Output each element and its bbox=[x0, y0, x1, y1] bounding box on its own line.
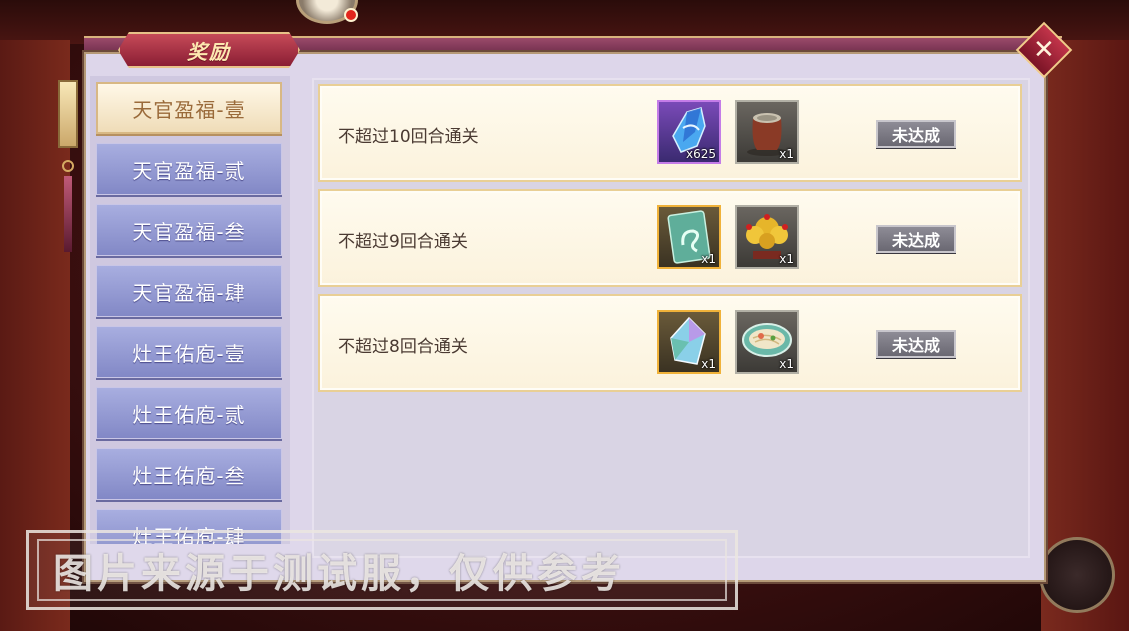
reward-slot[interactable]: x1 bbox=[735, 310, 799, 374]
tab-label: 灶王佑庖-贰 bbox=[132, 402, 246, 427]
watermark-text: 图片来源于测试服，仅供参考 bbox=[37, 539, 727, 601]
tab-stage-2[interactable]: 天官盈福-贰 bbox=[96, 143, 282, 195]
reward-quantity: x1 bbox=[779, 357, 794, 371]
reward-slot[interactable]: x1 bbox=[735, 205, 799, 269]
reward-quantity: x1 bbox=[779, 252, 794, 266]
task-row: 不超过10回合通关 x625 x1 未达成 bbox=[318, 84, 1022, 182]
tab-stage-5[interactable]: 灶王佑庖-壹 bbox=[96, 326, 282, 378]
task-description: 不超过10回合通关 bbox=[338, 127, 479, 147]
tab-stage-1[interactable]: 天官盈福-壹 bbox=[96, 82, 282, 134]
task-row: 不超过8回合通关 x1 x1 未达成 bbox=[318, 294, 1022, 392]
task-row: 不超过9回合通关 x1 x1 未达成 bbox=[318, 189, 1022, 287]
notification-dot-icon bbox=[344, 8, 358, 22]
corner-skill-orb-icon[interactable] bbox=[1039, 537, 1115, 613]
reward-quantity: x625 bbox=[685, 147, 716, 161]
reward-slot[interactable]: x1 bbox=[657, 310, 721, 374]
task-description: 不超过8回合通关 bbox=[338, 337, 468, 357]
tab-label: 天官盈福-叁 bbox=[132, 219, 246, 244]
status-label: 未达成 bbox=[891, 231, 940, 250]
tab-stage-7[interactable]: 灶王佑庖-叁 bbox=[96, 448, 282, 500]
task-description: 不超过9回合通关 bbox=[338, 232, 468, 252]
stage-tab-list[interactable]: 天官盈福-壹 天官盈福-贰 天官盈福-叁 天官盈福-肆 灶王佑庖-壹 灶王佑庖-… bbox=[90, 76, 290, 544]
status-label: 未达成 bbox=[891, 126, 940, 145]
reward-quantity: x1 bbox=[779, 147, 794, 161]
ornament-tassel-icon bbox=[64, 176, 72, 252]
reward-quantity: x1 bbox=[701, 357, 716, 371]
hanging-ornament-icon bbox=[58, 80, 78, 148]
tab-stage-6[interactable]: 灶王佑庖-贰 bbox=[96, 387, 282, 439]
tab-label: 天官盈福-壹 bbox=[132, 97, 246, 122]
reward-slot[interactable]: x1 bbox=[657, 205, 721, 269]
tab-label: 灶王佑庖-壹 bbox=[132, 341, 246, 366]
tab-label: 灶王佑庖-叁 bbox=[132, 463, 246, 488]
tab-stage-3[interactable]: 天官盈福-叁 bbox=[96, 204, 282, 256]
test-server-watermark: 图片来源于测试服，仅供参考 bbox=[26, 530, 738, 610]
status-label: 未达成 bbox=[891, 336, 940, 355]
ornament-ring-icon bbox=[62, 160, 74, 172]
tab-stage-4[interactable]: 天官盈福-肆 bbox=[96, 265, 282, 317]
close-x-icon: ✕ bbox=[1033, 34, 1055, 65]
tab-label: 天官盈福-肆 bbox=[132, 280, 246, 305]
status-button[interactable]: 未达成 bbox=[876, 330, 956, 358]
status-button[interactable]: 未达成 bbox=[876, 120, 956, 148]
status-button[interactable]: 未达成 bbox=[876, 225, 956, 253]
reward-slot[interactable]: x1 bbox=[735, 100, 799, 164]
panel-title-tab: 奖励 bbox=[118, 32, 300, 68]
reward-quantity: x1 bbox=[701, 252, 716, 266]
panel-title: 奖励 bbox=[187, 39, 231, 64]
tab-label: 天官盈福-贰 bbox=[132, 158, 246, 183]
reward-slot[interactable]: x625 bbox=[657, 100, 721, 164]
